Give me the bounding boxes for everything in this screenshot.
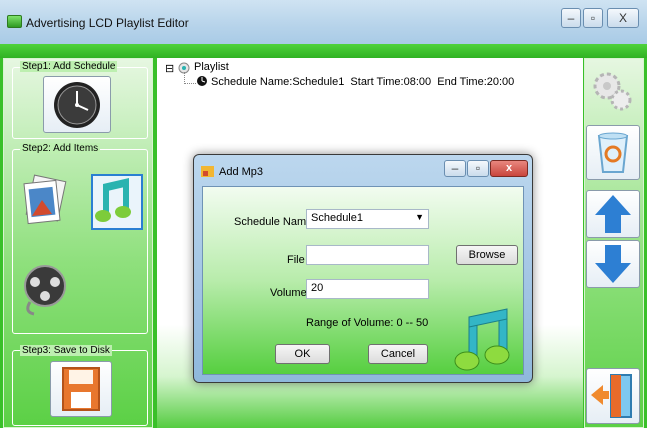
delete-button[interactable] bbox=[586, 125, 640, 180]
arrow-down-icon bbox=[595, 245, 631, 283]
schedule-node-icon bbox=[196, 75, 208, 87]
schedule-name-value: Schedule1 bbox=[311, 212, 363, 224]
toolbar-strip bbox=[0, 44, 647, 58]
add-image-button[interactable] bbox=[20, 174, 70, 229]
add-schedule-button[interactable] bbox=[43, 76, 111, 133]
tree-connector bbox=[184, 72, 196, 84]
film-reel-icon bbox=[24, 265, 66, 316]
minimize-button[interactable]: – bbox=[561, 8, 581, 28]
music-icon bbox=[95, 178, 131, 222]
dialog-minimize-button[interactable]: – bbox=[444, 160, 466, 177]
add-video-button[interactable] bbox=[20, 262, 70, 317]
clock-icon bbox=[54, 82, 100, 128]
arrow-up-icon bbox=[595, 195, 631, 233]
volume-input[interactable]: 20 bbox=[306, 279, 429, 299]
browse-button[interactable]: Browse bbox=[456, 245, 518, 265]
tree-root-playlist[interactable]: Playlist bbox=[194, 61, 229, 73]
settings-button[interactable] bbox=[585, 64, 641, 118]
tree-toggle-icon[interactable]: ⊟ bbox=[165, 62, 174, 75]
music-icon bbox=[453, 305, 525, 375]
volume-label: Volume bbox=[270, 287, 307, 299]
exit-button[interactable] bbox=[586, 368, 640, 424]
gears-icon bbox=[593, 72, 632, 111]
chevron-down-icon: ▼ bbox=[415, 212, 424, 222]
dialog-close-button[interactable]: x bbox=[490, 160, 528, 177]
move-up-button[interactable] bbox=[586, 190, 640, 238]
file-label: File bbox=[287, 254, 305, 266]
dialog-client-area: Schedule Name Schedule1 ▼ File Browse Vo… bbox=[202, 186, 524, 375]
dialog-title: Add Mp3 bbox=[219, 166, 264, 178]
tree-schedule-item[interactable]: Schedule Name:Schedule1 Start Time:08:00… bbox=[211, 76, 514, 88]
image-icon bbox=[23, 174, 67, 225]
move-down-button[interactable] bbox=[586, 240, 640, 288]
schedule-name-label: Schedule Name bbox=[234, 216, 313, 228]
step2-label: Step2: Add Items bbox=[20, 143, 101, 154]
cancel-button[interactable]: Cancel bbox=[368, 344, 428, 364]
dialog-app-icon bbox=[201, 166, 214, 177]
file-input[interactable] bbox=[306, 245, 429, 265]
step1-label: Step1: Add Schedule bbox=[20, 61, 118, 72]
dialog-maximize-button[interactable]: ▫ bbox=[467, 160, 489, 177]
window-title: Advertising LCD Playlist Editor bbox=[26, 16, 189, 30]
floppy-disk-icon bbox=[62, 367, 100, 411]
add-mp3-button[interactable] bbox=[91, 174, 143, 230]
add-mp3-dialog: Add Mp3 – ▫ x Schedule Name Schedule1 ▼ … bbox=[193, 154, 533, 383]
exit-door-icon bbox=[591, 374, 632, 418]
maximize-button[interactable]: ▫ bbox=[583, 8, 603, 28]
schedule-name-select[interactable]: Schedule1 ▼ bbox=[306, 209, 429, 229]
close-button[interactable]: X bbox=[607, 8, 639, 28]
recycle-bin-icon bbox=[597, 132, 629, 173]
ok-button[interactable]: OK bbox=[275, 344, 330, 364]
step3-label: Step3: Save to Disk bbox=[20, 345, 112, 356]
volume-range-text: Range of Volume: 0 -- 50 bbox=[306, 317, 429, 329]
app-icon bbox=[7, 15, 22, 28]
save-to-disk-button[interactable] bbox=[50, 361, 112, 417]
